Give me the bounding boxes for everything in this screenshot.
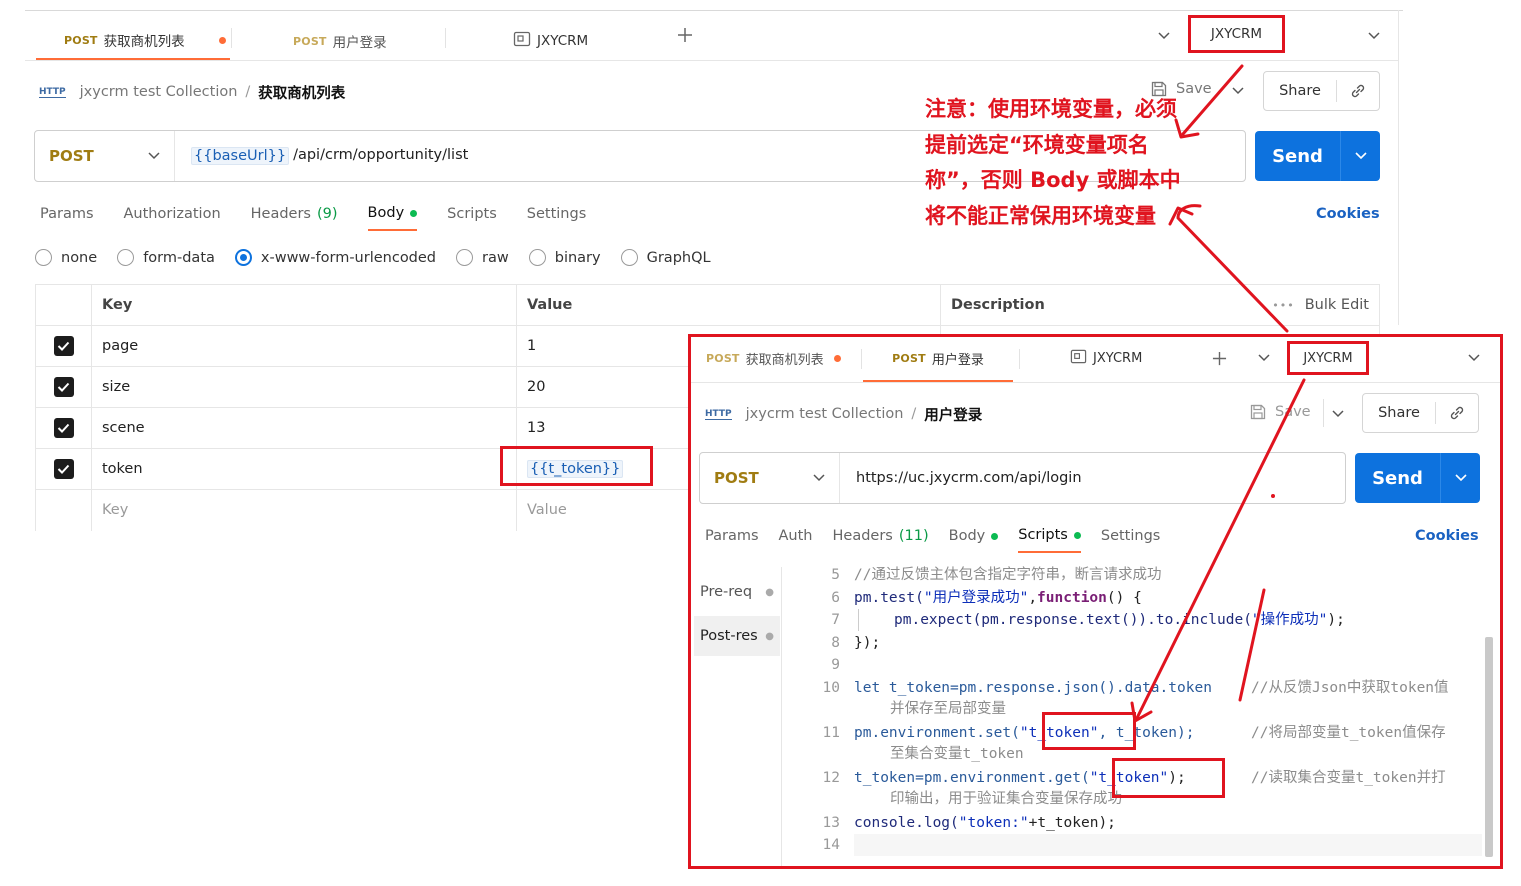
annotation-arrows — [1130, 64, 1306, 723]
arrow-guide — [1238, 588, 1266, 702]
arrow-from-overlay-env — [1176, 204, 1289, 333]
annotation-dot — [1271, 494, 1275, 498]
arrow-to-set-token — [1135, 378, 1306, 720]
arrow-to-note — [1181, 64, 1244, 136]
